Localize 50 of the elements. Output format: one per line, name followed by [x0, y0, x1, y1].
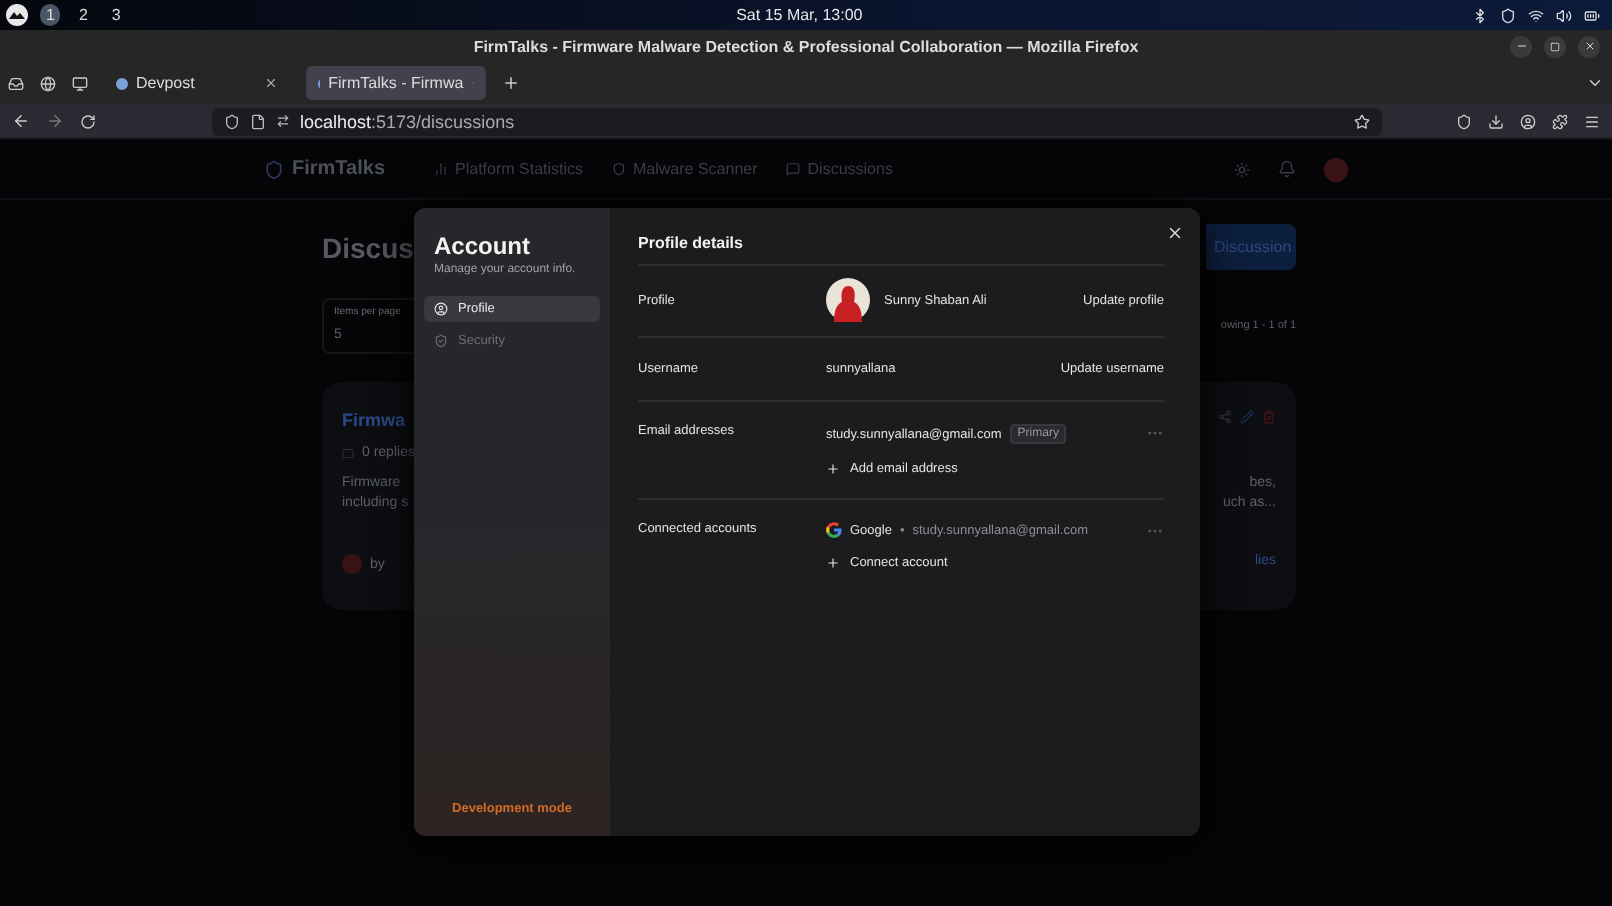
volume-icon — [1556, 7, 1572, 23]
inbox-icon[interactable] — [8, 75, 24, 91]
nav-icon — [785, 162, 800, 176]
shield-icon — [1500, 7, 1516, 23]
plus-icon — [826, 556, 840, 570]
permissions-icon — [276, 114, 290, 128]
shield-icon — [434, 334, 448, 348]
address-field[interactable]: localhost:5173/discussions — [212, 107, 1382, 135]
window-title: FirmTalks - Firmware Malware Detection & Professional Collaboration — Mozilla Firefox — [473, 37, 1139, 55]
wifi-icon — [1528, 7, 1544, 23]
shield-icon — [264, 159, 284, 179]
page-icon — [250, 113, 266, 129]
maximize-icon — [1550, 41, 1560, 51]
star-icon[interactable] — [1354, 113, 1370, 129]
account-icon[interactable] — [1520, 113, 1536, 129]
download-icon[interactable] — [1488, 113, 1504, 129]
google-icon — [826, 522, 842, 538]
close-button[interactable] — [1578, 35, 1600, 57]
user-icon — [434, 302, 448, 316]
workspace-button[interactable]: 1 — [40, 4, 61, 26]
menu-icon[interactable] — [1584, 113, 1600, 129]
author-avatar — [342, 554, 362, 574]
browser-tab[interactable]: FirmTalks - Firmwa — [306, 66, 486, 100]
new-tab-icon[interactable] — [502, 74, 520, 92]
monitor-icon[interactable] — [72, 75, 88, 91]
page-title: Discus — [322, 231, 414, 263]
reload-icon[interactable] — [80, 113, 96, 129]
back-icon[interactable] — [12, 112, 30, 130]
extensions-icon[interactable] — [1552, 113, 1568, 129]
workspace-button[interactable]: 2 — [72, 4, 94, 26]
minimize-icon — [1515, 40, 1527, 52]
distro-logo-icon[interactable] — [6, 4, 28, 26]
dialog-title: Account — [434, 232, 532, 260]
forward-icon[interactable] — [46, 112, 64, 130]
chevron-down-icon[interactable] — [1586, 74, 1604, 92]
shield-icon — [224, 113, 240, 129]
nav-icon — [611, 162, 626, 176]
plus-icon — [826, 462, 840, 476]
bluetooth-icon — [1472, 7, 1488, 23]
battery-icon — [1584, 7, 1600, 23]
browser-tab[interactable]: Devpost — [104, 66, 290, 100]
replies-icon — [342, 447, 354, 459]
nav-icon — [433, 162, 447, 176]
workspace-button[interactable]: 3 — [105, 4, 127, 26]
globe-icon[interactable] — [40, 75, 56, 91]
minimize-button[interactable] — [1510, 35, 1532, 57]
clock[interactable]: Sat 15 Mar, 13:00 — [138, 6, 1460, 24]
avatar-icon — [826, 278, 870, 322]
maximize-button[interactable] — [1544, 35, 1566, 57]
section-heading: Profile details — [638, 234, 1164, 266]
